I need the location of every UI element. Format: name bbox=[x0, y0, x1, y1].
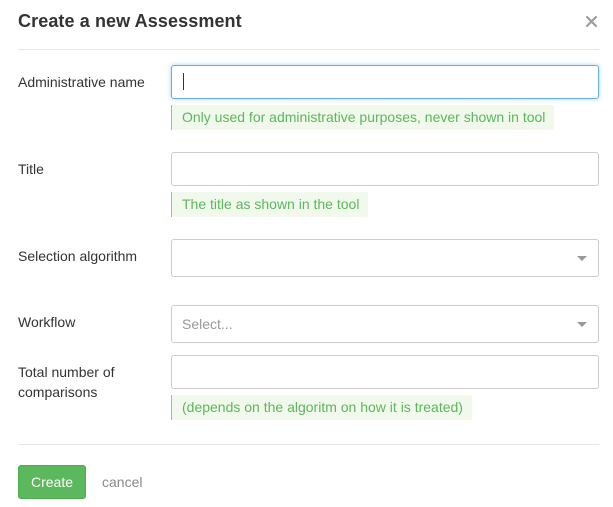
administrative-name-label: Administrative name bbox=[18, 74, 145, 90]
title-help: The title as shown in the tool bbox=[171, 192, 369, 217]
cancel-link[interactable]: cancel bbox=[102, 474, 142, 490]
create-button[interactable]: Create bbox=[18, 465, 86, 499]
administrative-name-input[interactable] bbox=[171, 65, 599, 99]
modal-header: Create a new Assessment bbox=[0, 0, 613, 50]
title-input[interactable] bbox=[171, 152, 599, 186]
modal-title: Create a new Assessment bbox=[18, 11, 242, 31]
workflow-placeholder: Select... bbox=[182, 316, 233, 332]
total-comparisons-help: (depends on the algoritm on how it is tr… bbox=[171, 395, 472, 420]
workflow-label: Workflow bbox=[18, 314, 76, 330]
header-divider bbox=[18, 49, 599, 50]
text-caret bbox=[183, 73, 184, 90]
footer-divider bbox=[18, 444, 599, 445]
chevron-down-icon bbox=[577, 322, 587, 327]
title-label: Title bbox=[18, 161, 44, 177]
selection-algorithm-label: Selection algorithm bbox=[18, 248, 138, 264]
total-comparisons-input[interactable] bbox=[171, 355, 599, 389]
close-icon[interactable] bbox=[583, 12, 601, 30]
selection-algorithm-select[interactable] bbox=[171, 239, 599, 277]
total-comparisons-label: Total number of comparisons bbox=[18, 364, 115, 400]
workflow-select[interactable]: Select... bbox=[171, 305, 599, 343]
administrative-name-help: Only used for administrative purposes, n… bbox=[171, 105, 555, 130]
chevron-down-icon bbox=[577, 256, 587, 261]
